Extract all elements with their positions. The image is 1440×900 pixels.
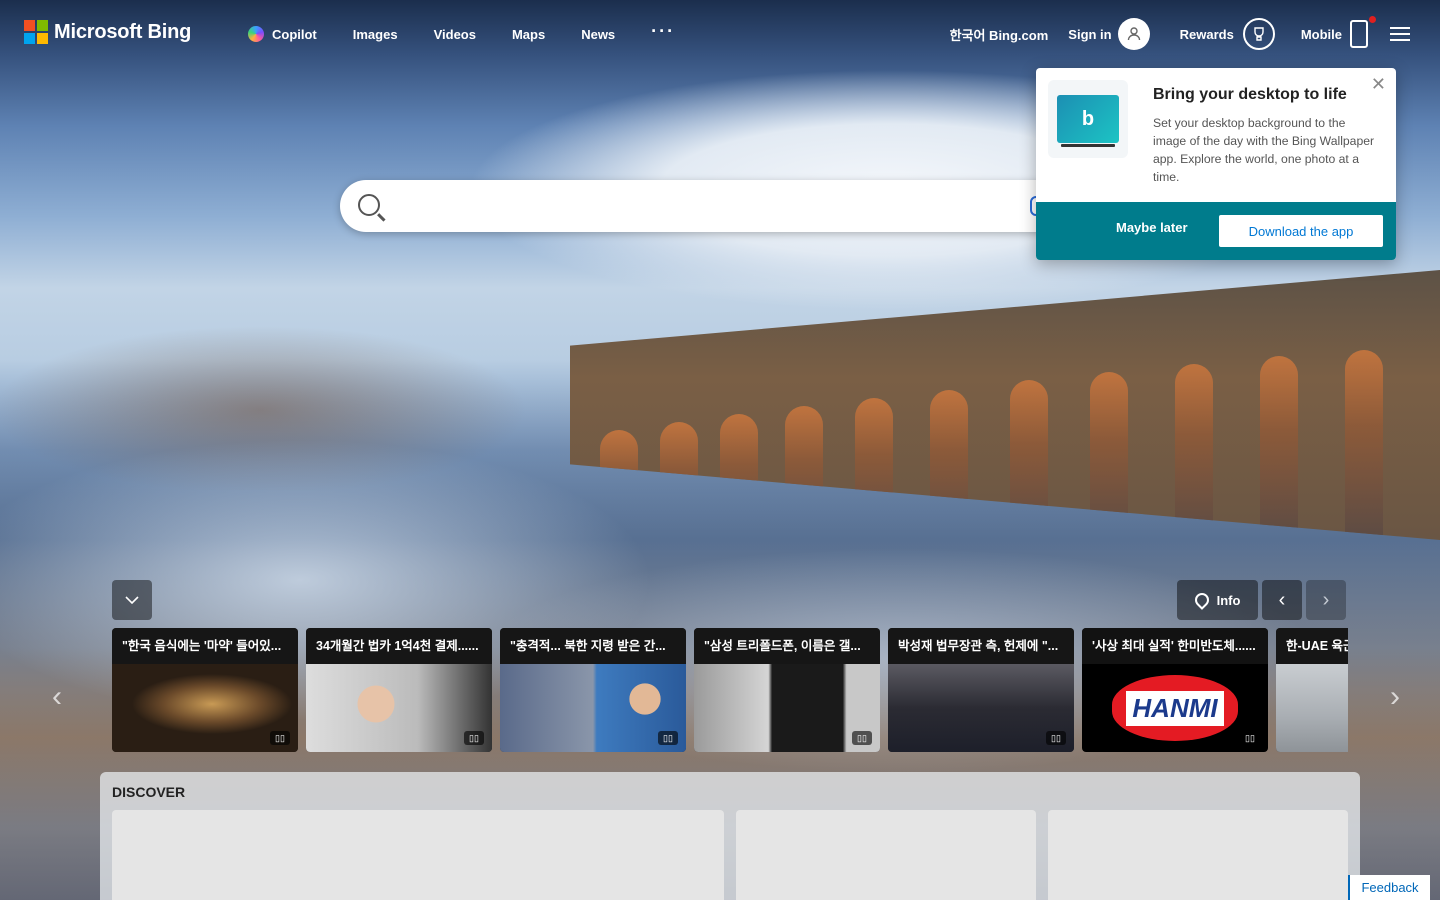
copilot-icon xyxy=(248,26,264,42)
wallpaper-app-icon: b xyxy=(1048,80,1128,158)
nav-images[interactable]: Images xyxy=(353,27,398,42)
phone-icon xyxy=(1350,16,1376,48)
search-input[interactable] xyxy=(396,180,1020,234)
nav-more-button[interactable]: ··· xyxy=(651,21,675,42)
avatar-icon xyxy=(1117,18,1150,50)
discover-card[interactable] xyxy=(112,810,724,900)
discover-title: DISCOVER xyxy=(112,784,186,800)
nav-news[interactable]: News xyxy=(581,27,615,42)
discover-section: DISCOVER xyxy=(100,772,1360,900)
signin-button[interactable]: Sign in xyxy=(1068,18,1150,50)
brand-name: Microsoft Bing xyxy=(54,20,192,43)
news-title: '사상 최대 실적' 한미반도체...... xyxy=(1082,628,1268,664)
nav-maps[interactable]: Maps xyxy=(512,27,545,42)
language-link[interactable]: 한국어 Bing.com xyxy=(950,25,1049,44)
read-icon: ▯▯ xyxy=(1046,731,1066,745)
nav-copilot-label: Copilot xyxy=(272,26,317,42)
viaduct-arch xyxy=(1175,364,1213,540)
news-title: 박성재 법무장관 측, 헌제에 "... xyxy=(888,628,1074,664)
nav-copilot[interactable]: Copilot xyxy=(248,26,317,42)
news-card[interactable]: 34개월간 법카 1억4천 결제...... ▯▯ xyxy=(306,628,492,752)
news-title: "충격적... 북한 지령 받은 간... xyxy=(500,628,686,664)
news-title: "삼성 트리폴드폰, 이름은 갤... xyxy=(694,628,880,664)
previous-image-button[interactable]: ‹ xyxy=(1262,580,1302,620)
news-card[interactable]: "충격적... 북한 지령 받은 간... ▯▯ xyxy=(500,628,686,752)
read-icon: ▯▯ xyxy=(464,731,484,745)
bing-logo[interactable]: Microsoft Bing xyxy=(24,20,191,44)
microsoft-logo-icon xyxy=(24,20,48,44)
news-carousel: "한국 음식에는 '마약' 들어있... ▯▯ 34개월간 법카 1억4천 결제… xyxy=(112,628,1348,752)
news-card[interactable]: "한국 음식에는 '마약' 들어있... ▯▯ xyxy=(112,628,298,752)
location-pin-icon xyxy=(1191,590,1212,610)
collapse-feed-button[interactable] xyxy=(112,580,152,620)
news-scroll-right-icon[interactable]: › xyxy=(1390,680,1400,714)
logo-square xyxy=(37,20,48,31)
hanmi-logo: HANMI xyxy=(1112,675,1238,741)
chevron-down-icon xyxy=(125,596,139,604)
read-icon: ▯▯ xyxy=(658,731,678,745)
popup-description: Set your desktop background to the image… xyxy=(1153,116,1375,184)
image-info-button[interactable]: Info xyxy=(1177,580,1258,620)
bing-b-icon: b xyxy=(1057,95,1119,147)
next-image-button[interactable]: › xyxy=(1306,580,1346,620)
header-right: 한국어 Bing.com Sign in Rewards Mobile xyxy=(950,16,1440,51)
logo-square xyxy=(24,20,35,31)
news-card[interactable]: '사상 최대 실적' 한미반도체...... HANMI ▯▯ xyxy=(1082,628,1268,752)
news-card[interactable]: 한-UAE 육군 xyxy=(1276,628,1348,752)
news-title: 한-UAE 육군 xyxy=(1276,628,1348,664)
mobile-button[interactable]: Mobile xyxy=(1300,16,1376,48)
discover-card[interactable] xyxy=(736,810,1036,900)
logo-square xyxy=(24,33,35,44)
logo-square xyxy=(37,33,48,44)
wallpaper-app-popup: ✕ b Bring your desktop to life Set your … xyxy=(1036,68,1396,260)
trophy-icon xyxy=(1242,18,1275,50)
popup-title: Bring your desktop to life xyxy=(1153,86,1347,103)
news-scroll-left-icon[interactable]: ‹ xyxy=(52,680,62,714)
viaduct-arch xyxy=(1260,356,1298,540)
rewards-button[interactable]: Rewards xyxy=(1180,18,1275,50)
download-app-button[interactable]: Download the app xyxy=(1219,215,1383,247)
search-box xyxy=(340,180,1100,234)
read-icon: ▯▯ xyxy=(270,731,290,745)
rewards-label: Rewards xyxy=(1179,26,1234,42)
discover-card[interactable] xyxy=(1048,810,1348,900)
news-title: 34개월간 법카 1억4천 결제...... xyxy=(306,628,492,664)
news-image xyxy=(1276,664,1348,752)
read-icon: ▯▯ xyxy=(852,731,872,745)
feedback-button[interactable]: Feedback xyxy=(1348,875,1430,900)
menu-icon[interactable] xyxy=(1390,27,1410,41)
popup-footer: Maybe later Download the app xyxy=(1036,202,1396,260)
maybe-later-button[interactable]: Maybe later xyxy=(1116,220,1188,235)
info-label: Info xyxy=(1216,592,1241,608)
news-title: "한국 음식에는 '마약' 들어있... xyxy=(112,628,298,664)
top-header: Microsoft Bing Copilot Images Videos Map… xyxy=(0,0,1440,68)
news-card[interactable]: 박성재 법무장관 측, 헌제에 "... ▯▯ xyxy=(888,628,1074,752)
main-nav: Copilot Images Videos Maps News ··· xyxy=(248,21,711,42)
read-icon: ▯▯ xyxy=(1240,731,1260,745)
viaduct-arch xyxy=(1345,350,1383,540)
notification-dot xyxy=(1369,16,1376,23)
close-icon[interactable]: ✕ xyxy=(1371,74,1386,95)
news-card[interactable]: "삼성 트리폴드폰, 이름은 갤... ▯▯ xyxy=(694,628,880,752)
nav-videos[interactable]: Videos xyxy=(434,27,476,42)
mobile-label: Mobile xyxy=(1300,26,1342,42)
search-icon[interactable] xyxy=(358,194,380,216)
hanmi-logo-text: HANMI xyxy=(1126,690,1224,726)
signin-label: Sign in xyxy=(1068,26,1112,42)
